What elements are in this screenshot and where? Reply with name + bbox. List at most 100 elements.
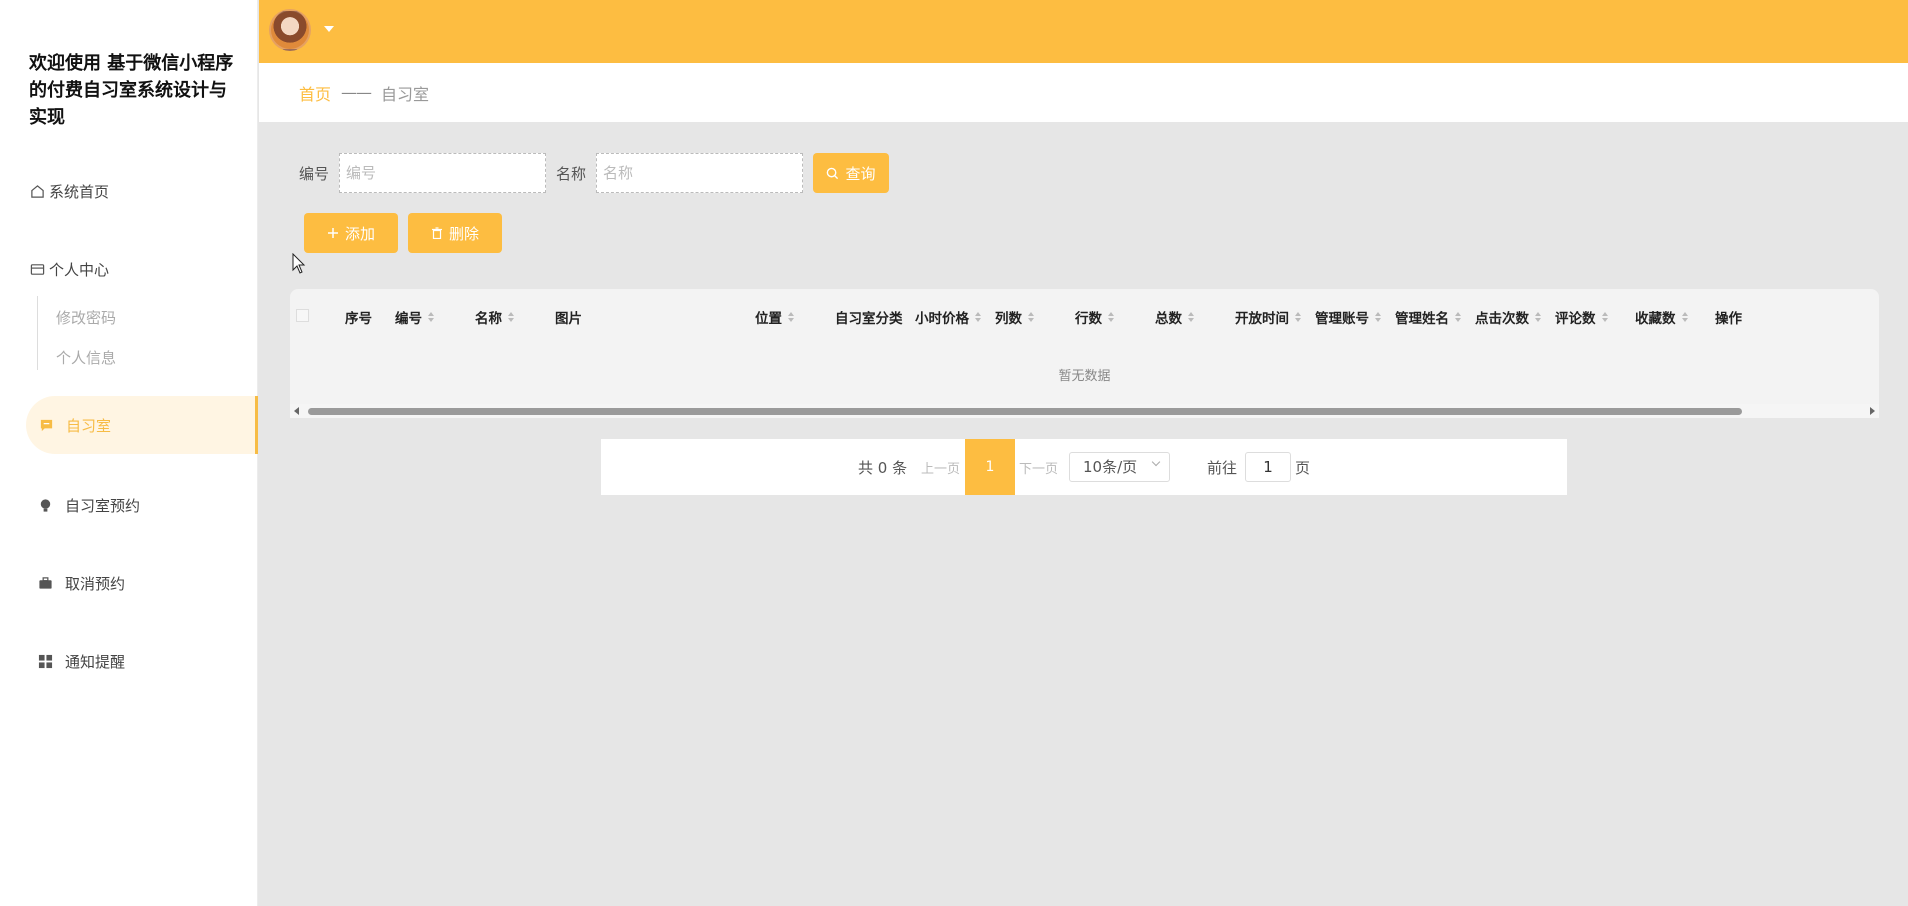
column-header[interactable]: 管理姓名 [1395, 307, 1461, 327]
menu-notification[interactable]: 通知提醒 [37, 651, 125, 672]
top-bar [259, 0, 1908, 63]
column-header: 图片 [555, 307, 582, 327]
pagination: 共 0 条 上一页 1 下一页 10条/页 前往 页 [601, 439, 1567, 495]
sort-icon[interactable] [788, 312, 794, 322]
column-header-label: 操作 [1715, 311, 1742, 327]
column-header-label: 行数 [1075, 311, 1102, 327]
column-header[interactable]: 总数 [1155, 307, 1194, 327]
sort-icon[interactable] [428, 312, 434, 322]
page-size-select[interactable]: 10条/页 [1069, 452, 1170, 482]
column-header[interactable]: 收藏数 [1635, 307, 1688, 327]
chevron-down-icon [1151, 457, 1161, 467]
column-header[interactable]: 名称 [475, 307, 514, 327]
delete-button-label: 删除 [448, 224, 479, 243]
menu-study-room-label: 自习室 [66, 416, 112, 435]
name-input[interactable] [596, 153, 803, 193]
sidebar: 欢迎使用 基于微信小程序的付费自习室系统设计与实现 系统首页 个人中心 修改密码… [0, 0, 258, 906]
column-header-label: 图片 [555, 311, 582, 327]
menu-home[interactable]: 系统首页 [29, 181, 109, 202]
column-header-label: 名称 [475, 311, 502, 327]
mouse-cursor-icon [292, 253, 306, 274]
menu-study-room[interactable]: 自习室 [26, 396, 258, 454]
sort-icon[interactable] [1535, 312, 1541, 322]
column-header-label: 评论数 [1555, 311, 1596, 327]
sort-icon[interactable] [1188, 312, 1194, 322]
column-header-label: 收藏数 [1635, 311, 1676, 327]
breadcrumb-separator: —— [341, 83, 372, 102]
column-header[interactable]: 列数 [995, 307, 1034, 327]
menu-study-room-booking-label: 自习室预约 [65, 497, 141, 515]
column-header-label: 位置 [755, 311, 782, 327]
submenu-personal-info[interactable]: 个人信息 [56, 347, 116, 368]
column-header: 序号 [345, 307, 372, 327]
user-avatar[interactable] [269, 9, 311, 51]
goto-label: 前往 [1207, 459, 1238, 477]
home-icon [29, 184, 45, 200]
menu-cancel-booking-label: 取消预约 [65, 575, 126, 593]
column-header[interactable]: 小时价格 [915, 307, 981, 327]
column-header-label: 管理账号 [1315, 311, 1369, 327]
sort-icon[interactable] [1455, 312, 1461, 322]
page-number-current[interactable]: 1 [965, 439, 1015, 495]
goto-page-input[interactable] [1245, 452, 1291, 482]
total-count: 共 0 条 [858, 459, 908, 477]
sort-icon[interactable] [508, 312, 514, 322]
horizontal-scrollbar[interactable] [290, 404, 1879, 418]
sort-icon[interactable] [975, 312, 981, 322]
submenu-change-password[interactable]: 修改密码 [56, 307, 116, 328]
caret-down-icon[interactable] [324, 26, 334, 32]
menu-home-label: 系统首页 [49, 183, 110, 201]
scrollbar-thumb[interactable] [308, 408, 1742, 415]
menu-study-room-booking[interactable]: 自习室预约 [37, 495, 140, 516]
column-header[interactable]: 位置 [755, 307, 794, 327]
sort-icon[interactable] [1681, 312, 1688, 322]
sort-icon[interactable] [1295, 312, 1301, 322]
sort-icon[interactable] [1108, 312, 1114, 322]
search-icon [826, 167, 839, 180]
breadcrumb: 首页 —— 自习室 [259, 63, 1908, 122]
app-title: 欢迎使用 基于微信小程序的付费自习室系统设计与实现 [29, 53, 234, 128]
id-input[interactable] [339, 153, 546, 193]
column-header: 操作 [1715, 307, 1742, 327]
breadcrumb-home[interactable]: 首页 [299, 81, 331, 105]
column-header[interactable]: 行数 [1075, 307, 1114, 327]
column-header[interactable]: 编号 [395, 307, 434, 327]
column-header-label: 小时价格 [915, 311, 969, 327]
bulb-icon [37, 498, 53, 514]
add-button[interactable]: 添加 [304, 213, 398, 253]
name-label: 名称 [556, 165, 587, 183]
menu-notification-label: 通知提醒 [65, 653, 126, 671]
column-header[interactable]: 管理账号 [1315, 307, 1381, 327]
menu-personal-center[interactable]: 个人中心 [29, 259, 109, 280]
breadcrumb-current: 自习室 [381, 84, 430, 104]
sort-icon[interactable] [1601, 312, 1608, 322]
goto-suffix: 页 [1295, 459, 1311, 477]
scroll-right-icon[interactable] [1870, 407, 1875, 415]
next-page-button[interactable]: 下一页 [1019, 458, 1058, 477]
sort-icon[interactable] [1375, 312, 1381, 322]
column-header-label: 自习室分类 [835, 311, 903, 327]
wallet-icon [29, 262, 45, 278]
trash-icon [431, 227, 443, 239]
menu-personal-center-label: 个人中心 [49, 261, 110, 279]
sort-icon[interactable] [1028, 312, 1034, 322]
select-all-checkbox[interactable] [296, 309, 309, 322]
column-header-label: 管理姓名 [1395, 311, 1449, 327]
column-header[interactable]: 评论数 [1555, 307, 1608, 327]
briefcase-icon [37, 576, 53, 592]
scroll-left-icon[interactable] [294, 407, 299, 415]
data-table: 序号 编号 名称 图片 位置 自习室分类 小时价格 列数 行数 总数 开放时间 … [290, 289, 1879, 417]
submenu-divider [37, 296, 38, 370]
column-header-label: 点击次数 [1475, 311, 1529, 327]
prev-page-button[interactable]: 上一页 [921, 458, 960, 477]
column-header-label: 序号 [345, 311, 372, 327]
menu-cancel-booking[interactable]: 取消预约 [37, 573, 125, 594]
query-button[interactable]: 查询 [813, 153, 889, 193]
column-header[interactable]: 点击次数 [1475, 307, 1541, 327]
empty-state: 暂无数据 [1058, 369, 1111, 384]
delete-button[interactable]: 删除 [408, 213, 502, 253]
column-header: 自习室分类 [835, 307, 903, 327]
plus-icon [327, 227, 339, 239]
id-label: 编号 [299, 165, 330, 183]
column-header[interactable]: 开放时间 [1235, 307, 1301, 327]
